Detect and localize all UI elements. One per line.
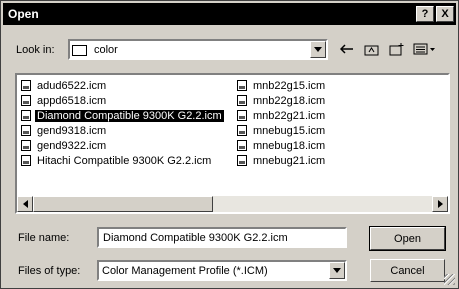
file-item[interactable]: mnebug18.icm [237,138,327,153]
file-item[interactable]: gend9318.icm [21,123,224,138]
file-icon [21,125,31,136]
scroll-right-button[interactable] [432,196,448,212]
file-item[interactable]: mnb22g21.icm [237,108,327,123]
file-item[interactable]: mnebug15.icm [237,123,327,138]
file-item[interactable]: gend9322.icm [21,138,224,153]
file-icon [21,155,31,166]
file-icon [21,140,31,151]
file-name: Diamond Compatible 9300K G2.2.icm [35,109,224,122]
lookin-label: Look in: [16,44,55,56]
file-icon [237,80,247,91]
cancel-button[interactable]: Cancel [370,259,445,282]
folder-icon [72,45,87,56]
filetype-dropdown[interactable]: Color Management Profile (*.ICM) [97,260,347,281]
file-name: mnb22g21.icm [253,109,326,122]
file-icon [21,80,31,91]
filetype-value: Color Management Profile (*.ICM) [102,264,268,277]
file-list[interactable]: adud6522.icm appd6518.icm Diamond Compatib… [15,73,450,214]
file-icon [237,155,247,166]
filename-label: File name: [18,232,70,244]
chevron-down-icon[interactable] [329,262,345,279]
file-icon [21,95,31,106]
chevron-down-icon[interactable] [310,41,326,58]
horizontal-scrollbar[interactable] [17,196,448,212]
file-icon [237,95,247,106]
file-item[interactable]: appd6518.icm [21,93,224,108]
help-button[interactable]: ? [416,6,434,22]
file-icon [21,110,31,121]
file-name: appd6518.icm [37,94,107,107]
back-arrow-icon[interactable] [336,40,358,58]
open-dialog: Open ? X Look in: color adud6522.icm appd… [0,0,459,289]
lookin-dropdown[interactable]: color [68,39,328,60]
file-name: Hitachi Compatible 9300K G2.2.icm [37,154,212,167]
file-name: mnebug18.icm [253,139,326,152]
title-bar[interactable]: Open ? X [3,3,456,25]
file-item[interactable]: adud6522.icm [21,78,224,93]
close-button[interactable]: X [436,6,454,22]
lookin-value: color [94,43,118,56]
new-folder-icon[interactable] [386,40,408,58]
file-column-1: adud6522.icm appd6518.icm Diamond Compatib… [21,78,224,168]
view-menu-icon[interactable] [411,40,439,58]
resize-grip-icon[interactable] [444,274,455,285]
filetype-label: Files of type: [18,265,81,277]
open-button[interactable]: Open [369,226,446,251]
file-name: adud6522.icm [37,79,107,92]
file-name: mnebug15.icm [253,124,326,137]
file-name: mnebug21.icm [253,154,326,167]
up-folder-icon[interactable] [361,40,383,58]
file-item[interactable]: Diamond Compatible 9300K G2.2.icm [21,108,224,123]
file-name: gend9322.icm [37,139,107,152]
file-item[interactable]: mnb22g15.icm [237,78,327,93]
file-name: mnb22g18.icm [253,94,326,107]
file-icon [237,110,247,121]
scroll-thumb[interactable] [33,196,213,212]
filename-field[interactable]: Diamond Compatible 9300K G2.2.icm [97,227,347,248]
file-column-2: mnb22g15.icm mnb22g18.icm mnb22g21.icm mneb… [237,78,327,168]
file-name: mnb22g15.icm [253,79,326,92]
scroll-left-button[interactable] [17,196,33,212]
file-icon [237,125,247,136]
file-name: gend9318.icm [37,124,107,137]
file-item[interactable]: Hitachi Compatible 9300K G2.2.icm [21,153,224,168]
file-item[interactable]: mnb22g18.icm [237,93,327,108]
file-icon [237,140,247,151]
dialog-title: Open [8,7,39,21]
file-item[interactable]: mnebug21.icm [237,153,327,168]
